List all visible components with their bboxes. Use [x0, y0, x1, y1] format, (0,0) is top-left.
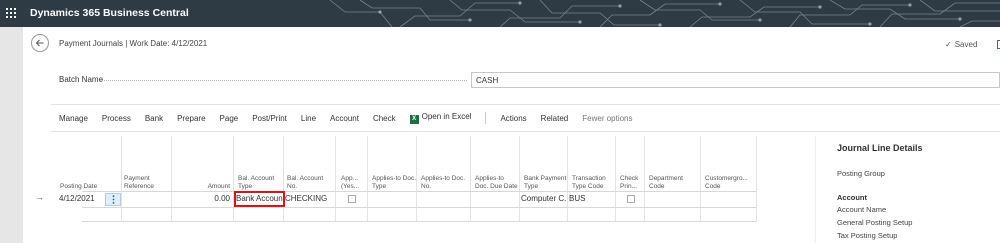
- current-row-arrow-icon: →: [35, 192, 44, 202]
- saved-status: ✓ Saved: [945, 40, 977, 49]
- details-account-heading: Account: [837, 193, 867, 202]
- details-tax-posting-setup[interactable]: Tax Posting Setup: [837, 231, 897, 240]
- column-header-bal-account-no[interactable]: Bal. Account No.: [283, 136, 333, 191]
- cell-transaction-type-code[interactable]: BUS: [569, 192, 613, 206]
- action-account[interactable]: Account: [330, 114, 359, 123]
- grid-line: [615, 136, 616, 221]
- open-in-excel-label: Open in Excel: [421, 112, 472, 121]
- saved-label: Saved: [954, 40, 978, 49]
- action-check[interactable]: Check: [373, 114, 396, 123]
- journal-line-details-pane: Journal Line Details Posting Group Accou…: [815, 136, 1000, 243]
- batch-name-label: Batch Name: [59, 75, 104, 84]
- app-launcher-icon[interactable]: [6, 8, 17, 19]
- details-account-name[interactable]: Account Name: [837, 205, 886, 214]
- grid-line: [367, 136, 368, 221]
- row-border: [82, 221, 757, 222]
- grid-line: [121, 136, 122, 221]
- grid-line: [470, 136, 471, 221]
- column-header-payment-reference[interactable]: Payment Reference: [120, 136, 170, 191]
- action-page[interactable]: Page: [220, 114, 239, 123]
- action-line[interactable]: Line: [301, 114, 316, 123]
- left-margin: [0, 27, 23, 243]
- grid-line: [756, 136, 757, 221]
- cell-bal-account-no[interactable]: CHECKING: [285, 192, 334, 206]
- page-title: Payment Journals | Work Date: 4/12/2021: [59, 39, 208, 48]
- action-related[interactable]: Related: [541, 114, 569, 123]
- action-actions[interactable]: Actions: [500, 114, 526, 123]
- column-header-customergroup-code[interactable]: Customergro... Code: [701, 136, 757, 191]
- checkmark-icon: ✓: [945, 40, 952, 49]
- cell-posting-date[interactable]: 4/12/2021: [59, 192, 104, 206]
- batch-name-field[interactable]: CASH: [471, 72, 1000, 88]
- details-title: Journal Line Details: [837, 143, 923, 153]
- grid-line: [644, 136, 645, 221]
- divider: [51, 104, 1000, 105]
- back-arrow-icon: [35, 39, 44, 47]
- row-border: [82, 207, 757, 208]
- ellipsis-vertical-icon: [112, 195, 114, 204]
- column-header-department-code[interactable]: Department Code: [645, 136, 700, 191]
- grid-line: [519, 136, 520, 221]
- cell-amount[interactable]: 0.00: [173, 192, 230, 206]
- row-menu-button[interactable]: [105, 193, 121, 206]
- details-posting-group[interactable]: Posting Group: [837, 169, 885, 178]
- action-process[interactable]: Process: [102, 114, 131, 123]
- fewer-options-button[interactable]: Fewer options: [582, 114, 632, 123]
- column-header-amount[interactable]: Amount: [173, 136, 233, 191]
- action-bank[interactable]: Bank: [145, 114, 163, 123]
- column-header-bank-payment-type[interactable]: Bank Payment Type: [520, 136, 568, 191]
- page-panel: Payment Journals | Work Date: 4/12/2021 …: [23, 27, 1000, 243]
- grid-line: [416, 136, 417, 221]
- grid-line: [700, 136, 701, 221]
- app-title[interactable]: Dynamics 365 Business Central: [30, 7, 189, 19]
- excel-icon: X: [409, 115, 419, 124]
- action-bar: Manage Process Bank Prepare Page Post/Pr…: [59, 111, 647, 125]
- grid-line: [171, 136, 172, 221]
- journal-lines-grid: Posting Date Payment Reference Amount Ba…: [23, 136, 803, 243]
- action-post-print[interactable]: Post/Print: [252, 114, 287, 123]
- back-button[interactable]: [31, 34, 49, 52]
- grid-line: [283, 136, 284, 221]
- grid-line: [233, 136, 234, 221]
- column-header-applies-to-doc-due-date[interactable]: Applies-to Doc. Due Date: [471, 136, 519, 191]
- divider: [51, 131, 1000, 132]
- check-printed-checkbox[interactable]: [627, 195, 635, 203]
- column-header-applies-to-doc-type[interactable]: Applies-to Doc. Type: [368, 136, 418, 191]
- highlight-box: [234, 191, 285, 207]
- column-header-posting-date[interactable]: Posting Date: [56, 136, 108, 191]
- top-bar: Dynamics 365 Business Central: [0, 0, 1000, 27]
- column-header-applies-yes[interactable]: App... (Yes...: [337, 136, 367, 191]
- action-manage[interactable]: Manage: [59, 114, 88, 123]
- cell-bank-payment-type[interactable]: Computer C...: [521, 192, 567, 206]
- column-header-transaction-type-code[interactable]: Transaction Type Code: [568, 136, 618, 191]
- column-header-bal-account-type[interactable]: Bal. Account Type: [234, 136, 282, 191]
- details-general-posting-setup[interactable]: General Posting Setup: [837, 218, 912, 227]
- grid-line: [335, 136, 336, 221]
- applies-checkbox[interactable]: [348, 195, 356, 203]
- action-prepare[interactable]: Prepare: [177, 114, 205, 123]
- open-in-excel-button[interactable]: X Open in Excel: [409, 112, 472, 124]
- cell-payment-reference[interactable]: [122, 192, 170, 206]
- column-header-applies-to-doc-no[interactable]: Applies-to Doc. No.: [417, 136, 467, 191]
- action-separator: [485, 112, 487, 124]
- column-header-check-printed[interactable]: Check Prin...: [616, 136, 644, 191]
- grid-line: [567, 136, 568, 221]
- batch-name-leader: [100, 80, 467, 81]
